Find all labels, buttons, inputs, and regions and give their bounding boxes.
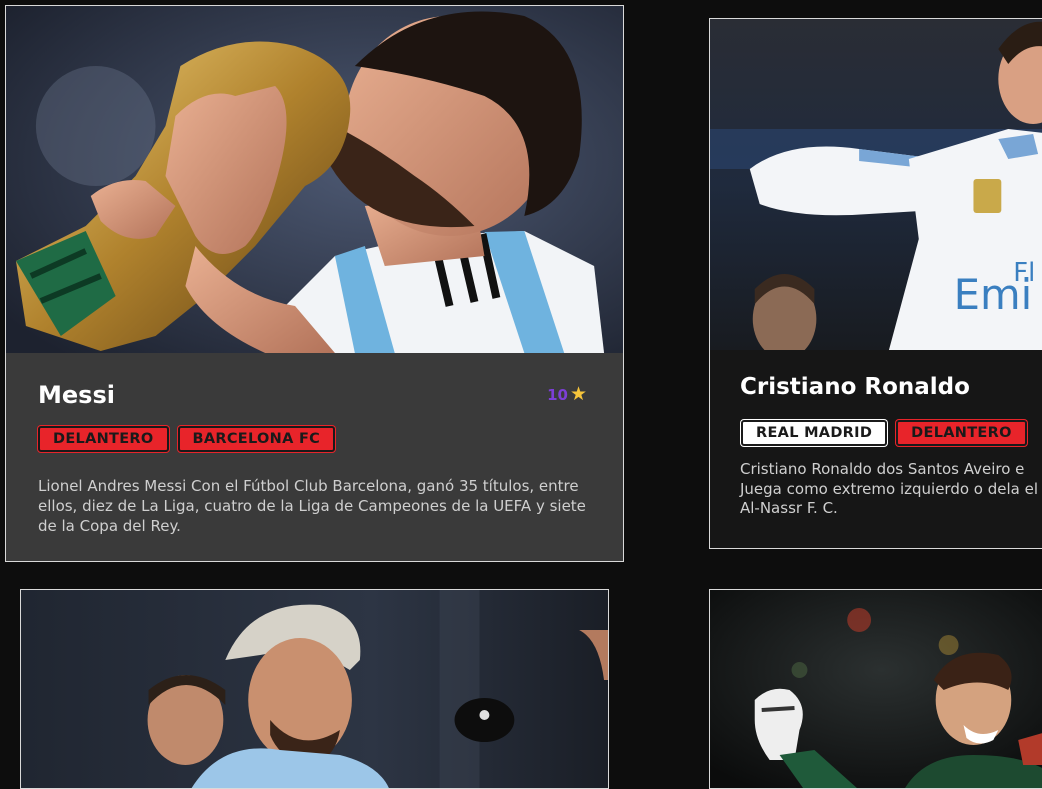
tag-position: DELANTERO [38,426,169,452]
player-tags: REAL MADRID DELANTERO [741,420,1027,446]
player-description: Lionel Andres Messi Con el Fútbol Club B… [38,477,586,535]
player-name: Cristiano Ronaldo [740,374,970,400]
player-rating: 10 ★ [547,385,587,404]
player-photo-cristiano-ronaldo: Emi Fl [710,19,1042,350]
player-card-body: Messi 10 ★ DELANTERO BARCELONA FC Lionel… [6,353,623,561]
player-card[interactable] [20,589,609,789]
player-description: Cristiano Ronaldo dos Santos Aveiro e Ju… [740,460,1039,517]
player-card-body: Cristiano Ronaldo REAL MADRID DELANTERO … [710,350,1042,548]
star-icon: ★ [569,383,587,405]
tag-club: BARCELONA FC [177,426,336,452]
tag-position: DELANTERO [896,420,1027,446]
player-photo-messi [6,6,623,353]
tag-club: REAL MADRID [741,420,888,446]
player-name: Messi [38,381,115,409]
rating-value: 10 [547,385,568,404]
player-card-cristiano-ronaldo[interactable]: Emi Fl Cristiano Ronaldo REAL MADRID DEL… [709,18,1042,549]
player-photo [710,590,1042,788]
player-photo [21,590,608,788]
svg-text:Fl: Fl [1013,258,1035,288]
player-card[interactable] [709,589,1042,789]
player-card-messi[interactable]: Messi 10 ★ DELANTERO BARCELONA FC Lionel… [5,5,624,562]
player-tags: DELANTERO BARCELONA FC [38,426,336,452]
